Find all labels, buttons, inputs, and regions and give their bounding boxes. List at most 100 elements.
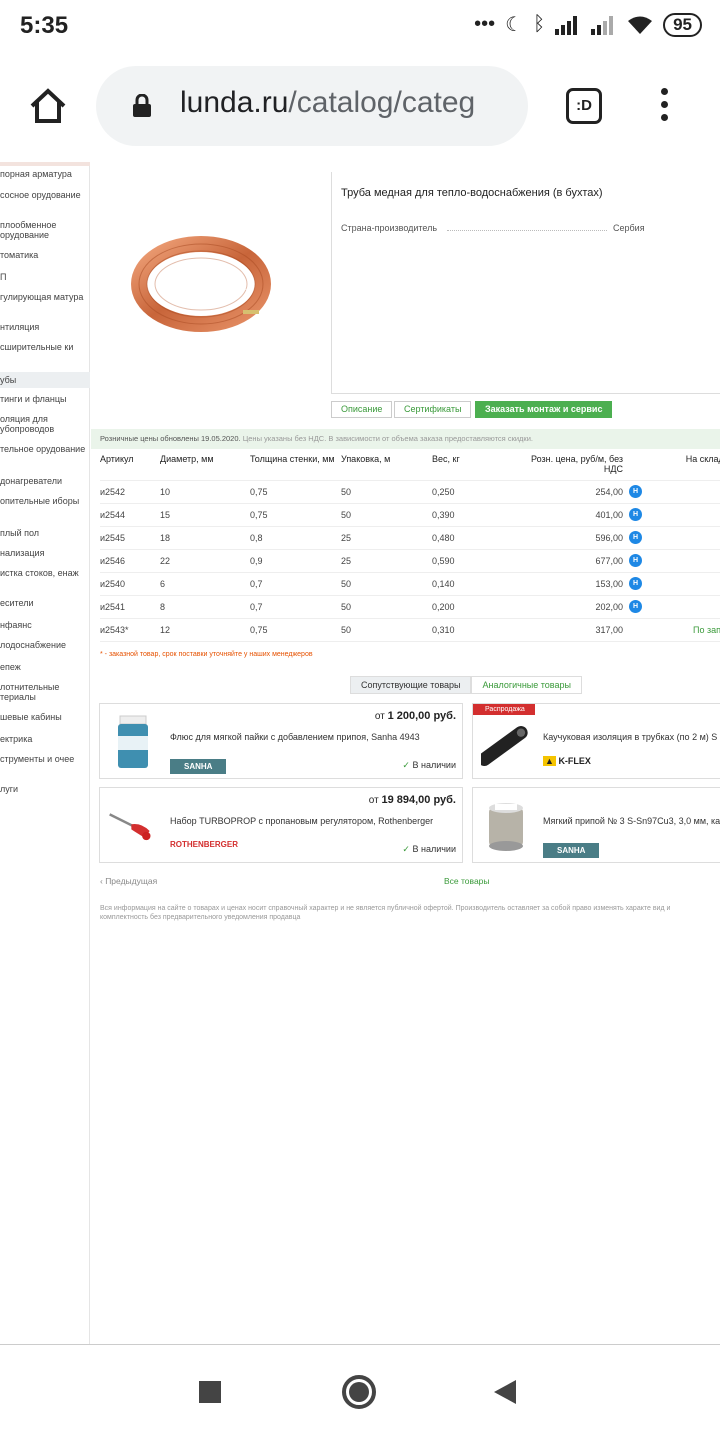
sidebar-item[interactable]: плообменное орудование <box>0 220 90 242</box>
sidebar-item[interactable]: порная арматура <box>0 169 90 181</box>
product-title: Труба медная для тепло-водоснабжения (в … <box>341 187 603 199</box>
card-price-prefix: от <box>368 795 379 806</box>
sidebar-item[interactable]: струменты и очее <box>0 754 90 776</box>
cell-wall: 0,75 <box>250 503 341 527</box>
sidebar-item[interactable]: тинги и фланцы <box>0 394 90 406</box>
cell-badge: Н <box>629 572 649 596</box>
brand-logo: SANHA <box>170 756 227 774</box>
product-card[interactable]: от 1 200,00 руб. Флюс для мягкой пайки с… <box>99 703 463 779</box>
new-badge-icon[interactable]: Н <box>629 600 642 613</box>
product-info-box <box>331 172 720 394</box>
cell-badge: Н <box>629 549 649 573</box>
col-header-diameter[interactable]: Диаметр, мм <box>160 452 250 481</box>
url-field[interactable]: lunda.ru/catalog/categ <box>96 66 528 146</box>
card-name-link[interactable]: Набор TURBOPROP с пропановым регулятором… <box>170 816 433 826</box>
sidebar-item[interactable]: есители <box>0 598 90 610</box>
cell-pack: 50 <box>341 595 432 619</box>
back-icon[interactable] <box>494 1380 516 1404</box>
card-name-link[interactable]: Мягкий припой № 3 S-Sn97Cu3, 3,0 мм, ка <box>543 816 720 826</box>
sidebar-item[interactable]: гулирующая матура <box>0 292 90 314</box>
home-icon[interactable] <box>28 86 68 126</box>
table-row: и2544150,75500,390401,00Н 250 <box>100 503 720 527</box>
product-card[interactable]: Распродажа Каучуковая изоляция в трубках… <box>472 703 720 779</box>
brand-name: K-FLEX <box>558 756 591 766</box>
cell-badge <box>629 618 649 642</box>
cell-pack: 50 <box>341 618 432 642</box>
sidebar-item[interactable]: опительные иборы <box>0 496 90 518</box>
notice-muted: Цены указаны без НДС. В зависимости от о… <box>242 434 533 443</box>
product-card[interactable]: Мягкий припой № 3 S-Sn97Cu3, 3,0 мм, ка … <box>472 787 720 863</box>
battery-indicator: 95 <box>663 12 702 37</box>
sidebar-item[interactable]: сширительные ки <box>0 342 90 364</box>
sidebar-item[interactable]: плый пол <box>0 528 90 540</box>
sidebar-item[interactable]: нализация <box>0 548 90 560</box>
tab-related-products[interactable]: Сопутствующие товары <box>350 676 472 694</box>
sidebar-item[interactable]: нтиляция <box>0 322 90 334</box>
sidebar-item[interactable]: нфаянс <box>0 620 90 632</box>
home-nav-icon[interactable] <box>342 1375 376 1409</box>
sidebar-item[interactable]: убы <box>0 372 90 388</box>
tabs-switcher-button[interactable]: :D <box>566 88 602 124</box>
stock-status-text: В наличии <box>412 760 456 770</box>
cell-diameter: 15 <box>160 503 250 527</box>
sidebar-item[interactable]: ектрика <box>0 734 90 746</box>
notification-dots-icon: ••• <box>474 13 496 35</box>
sidebar-item[interactable]: шевые кабины <box>0 712 90 724</box>
all-products-link[interactable]: Все товары <box>444 876 490 886</box>
tab-description[interactable]: Описание <box>331 401 393 418</box>
browser-menu-icon[interactable] <box>654 88 674 124</box>
sidebar-item[interactable]: донагреватели <box>0 476 90 488</box>
col-header-stock[interactable]: На складе, м <box>649 452 720 481</box>
new-badge-icon[interactable]: Н <box>629 531 642 544</box>
new-badge-icon[interactable]: Н <box>629 577 642 590</box>
on-request-link[interactable]: По запросу <box>693 625 720 635</box>
related-tabs: Сопутствующие товары Аналогичные товары <box>350 676 582 694</box>
recent-apps-icon[interactable] <box>199 1381 221 1403</box>
price-notice: Розничные цены обновлены 19.05.2020. Цен… <box>91 429 720 449</box>
sidebar-item[interactable]: лодоснабжение <box>0 640 90 652</box>
sidebar-item[interactable]: томатика <box>0 250 90 262</box>
card-name-link[interactable]: Флюс для мягкой пайки с добавлением прип… <box>170 732 420 742</box>
cell-sku: и2543* <box>100 618 160 642</box>
sidebar-item[interactable]: луги <box>0 784 90 796</box>
brand-logo: ▲ K-FLEX <box>543 756 591 766</box>
col-header-price[interactable]: Розн. цена, руб/м, без НДС <box>515 452 629 481</box>
prev-page-link[interactable]: ‹ Предыдущая <box>100 876 157 886</box>
tab-certificates[interactable]: Сертификаты <box>394 401 472 418</box>
tab-similar-products[interactable]: Аналогичные товары <box>471 676 582 694</box>
cell-weight: 0,310 <box>432 618 515 642</box>
col-header-sku[interactable]: Артикул <box>100 452 160 481</box>
col-header-weight[interactable]: Вес, кг <box>432 452 515 481</box>
sidebar-item[interactable]: епеж <box>0 662 90 674</box>
sidebar-item[interactable]: сосное орудование <box>0 190 90 212</box>
sidebar-item[interactable]: истка стоков, енаж <box>0 568 90 590</box>
cell-sku: и2541 <box>100 595 160 619</box>
flux-jar-image <box>118 715 148 768</box>
cell-wall: 0,7 <box>250 595 341 619</box>
new-badge-icon[interactable]: Н <box>629 554 642 567</box>
cell-price: 677,00 <box>515 549 629 573</box>
cell-weight: 0,590 <box>432 549 515 573</box>
order-note: * - заказной товар, срок поставки уточня… <box>100 651 313 658</box>
cell-stock: 450 <box>649 480 720 504</box>
brand-name: SANHA <box>543 843 600 858</box>
sale-badge: Распродажа <box>473 704 535 715</box>
sidebar-item[interactable]: П <box>0 272 90 284</box>
insulation-tube-image <box>481 726 528 766</box>
order-service-button[interactable]: Заказать монтаж и сервис <box>475 401 613 418</box>
sidebar-item[interactable]: лотнительные териалы <box>0 682 90 704</box>
catalog-sidebar: порная арматура сосное орудование плообмен… <box>0 162 90 1344</box>
cell-stock: По запросу <box>649 618 720 642</box>
table-header-row: Артикул Диаметр, мм Толщина стенки, мм У… <box>100 452 720 481</box>
cell-price: 596,00 <box>515 526 629 550</box>
new-badge-icon[interactable]: Н <box>629 485 642 498</box>
col-header-wall[interactable]: Толщина стенки, мм <box>250 452 341 481</box>
cell-stock: 50 <box>649 549 720 573</box>
sidebar-item[interactable]: оляция для убопроводов <box>0 414 90 436</box>
product-card[interactable]: от 19 894,00 руб. Набор TURBOPROP с проп… <box>99 787 463 863</box>
sidebar-item[interactable]: тельное орудование <box>0 444 90 466</box>
col-header-pack[interactable]: Упаковка, м <box>341 452 432 481</box>
new-badge-icon[interactable]: Н <box>629 508 642 521</box>
cell-wall: 0,9 <box>250 549 341 573</box>
card-name-link[interactable]: Каучуковая изоляция в трубках (по 2 м) S <box>543 732 717 742</box>
